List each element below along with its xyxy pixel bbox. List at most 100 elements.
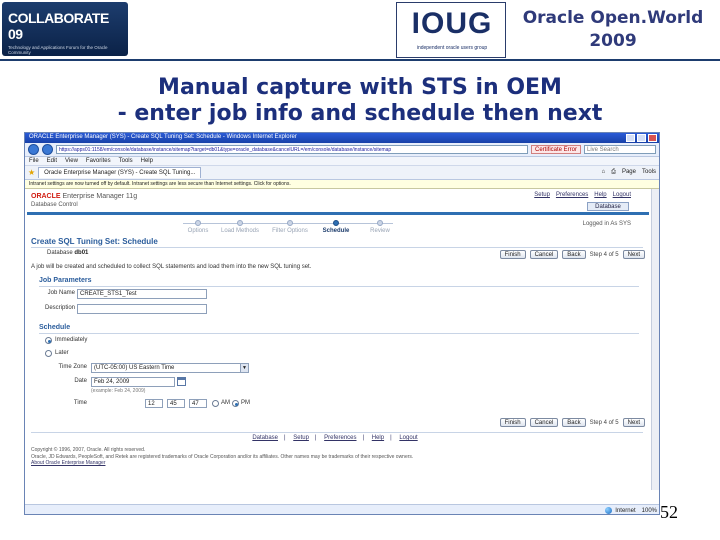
back-button[interactable]: Back	[562, 250, 586, 259]
step-label: Review	[370, 228, 390, 234]
tab-oem[interactable]: Oracle Enterprise Manager (SYS) - Create…	[38, 167, 202, 178]
description-field[interactable]	[77, 304, 207, 314]
job-name-label: Job Name	[47, 290, 75, 296]
back-arrow-icon[interactable]	[28, 144, 39, 155]
link-help[interactable]: Help	[594, 192, 606, 198]
page-number: 52	[660, 502, 678, 522]
radio-pm[interactable]	[232, 400, 239, 407]
hour-select[interactable]: 12	[145, 399, 163, 408]
tab-bar: ★ Oracle Enterprise Manager (SYS) - Crea…	[25, 166, 659, 180]
train-step-load-methods: Load Methods	[217, 220, 263, 234]
maximize-icon[interactable]	[637, 134, 646, 142]
header-divider	[31, 247, 643, 248]
menu-view[interactable]: View	[65, 158, 78, 164]
step-label: Schedule	[322, 228, 350, 234]
event-label: Oracle Open.World 2009	[506, 0, 720, 60]
step-dot	[237, 220, 243, 226]
footer-link-setup[interactable]: Setup	[293, 435, 309, 441]
database-info: Database db01	[47, 250, 88, 256]
step-dot	[377, 220, 383, 226]
cancel-button[interactable]: Cancel	[529, 250, 559, 259]
product-subtitle: Database Control	[31, 202, 78, 208]
menu-favorites[interactable]: Favorites	[86, 158, 111, 164]
menu-tools[interactable]: Tools	[119, 158, 133, 164]
global-links: Setup Preferences Help Logout	[534, 192, 631, 198]
radio-am[interactable]	[212, 400, 219, 407]
radio-immediately[interactable]	[45, 337, 52, 344]
browser-window: ORACLE Enterprise Manager (SYS) - Create…	[24, 132, 660, 515]
window-title: ORACLE Enterprise Manager (SYS) - Create…	[29, 134, 297, 140]
copyright-block: Copyright © 1996, 2007, Oracle. All righ…	[31, 447, 591, 467]
event-year: 2009	[589, 31, 637, 51]
radio-immediately-label: Immediately	[55, 337, 88, 343]
train-step-schedule: Schedule	[313, 220, 359, 234]
job-name-field[interactable]: CREATE_STS1_Test	[77, 289, 207, 299]
search-input[interactable]: Live Search	[584, 145, 656, 154]
date-label: Date	[74, 378, 87, 384]
train-step-review: Review	[357, 220, 403, 234]
home-icon[interactable]: ⌂	[602, 169, 606, 176]
information-bar[interactable]: Intranet settings are now turned off by …	[25, 180, 659, 189]
menu-help[interactable]: Help	[141, 158, 153, 164]
job-parameters-heading: Job Parameters	[39, 277, 92, 284]
link-setup[interactable]: Setup	[534, 192, 550, 198]
header-banner: COLLABORATE 09 Technology and Applicatio…	[0, 0, 720, 61]
menu-edit[interactable]: Edit	[47, 158, 57, 164]
calendar-icon[interactable]	[177, 377, 186, 386]
second-select[interactable]: 47	[189, 399, 207, 408]
about-oem-link[interactable]: About Oracle Enterprise Manager	[31, 460, 591, 467]
zone-label: Internet	[615, 507, 636, 514]
link-preferences[interactable]: Preferences	[556, 192, 588, 198]
back-button[interactable]: Back	[562, 418, 586, 427]
database-label: Database	[47, 250, 73, 256]
collaborate-logo-text: COLLABORATE 09	[8, 10, 109, 42]
wizard-train: Options Load Methods Filter Options Sche…	[175, 220, 405, 240]
cancel-button[interactable]: Cancel	[529, 418, 559, 427]
footer-link-preferences[interactable]: Preferences	[324, 435, 356, 441]
close-icon[interactable]	[648, 134, 657, 142]
finish-button[interactable]: Finish	[499, 418, 526, 427]
minimize-icon[interactable]	[626, 134, 635, 142]
radio-later-label: Later	[55, 350, 69, 356]
next-button[interactable]: Next	[622, 250, 645, 259]
next-button[interactable]: Next	[622, 418, 645, 427]
event-name: Oracle Open.World	[522, 8, 704, 28]
footer-links: Database | Setup | Preferences | Help | Logo…	[252, 435, 418, 441]
date-field[interactable]: Feb 24, 2009	[91, 377, 175, 387]
footer-link-help[interactable]: Help	[372, 435, 384, 441]
page-content: ORACLE Enterprise Manager 11g Database C…	[25, 189, 659, 490]
url-field[interactable]: https://apps01:1158/em/console/database/…	[56, 145, 528, 154]
collaborate-tagline: Technology and Applications Forum for th…	[8, 45, 108, 56]
footer-link-database[interactable]: Database	[252, 435, 278, 441]
timezone-select[interactable]: (UTC-05:00) US Eastern Time ▼	[91, 363, 249, 373]
print-icon[interactable]: ⎙	[611, 169, 616, 176]
slide-title-line2: - enter job info and schedule then next	[117, 101, 603, 126]
window-controls	[626, 134, 657, 142]
time-label: Time	[73, 400, 87, 406]
tools-menu[interactable]: Tools	[642, 169, 656, 176]
timezone-value: (UTC-05:00) US Eastern Time	[94, 365, 175, 371]
tab-database[interactable]: Database	[587, 202, 629, 211]
globe-icon	[605, 507, 613, 514]
wizard-buttons-bottom: Finish Cancel Back Step 4 of 5 Next	[499, 418, 645, 427]
link-logout[interactable]: Logout	[613, 192, 631, 198]
oracle-logo: ORACLE	[31, 193, 61, 200]
minute-select[interactable]: 45	[167, 399, 185, 408]
address-bar: https://apps01:1158/em/console/database/…	[25, 143, 659, 157]
finish-button[interactable]: Finish	[499, 250, 526, 259]
step-dot	[287, 220, 293, 226]
zoom-level[interactable]: 100%	[642, 508, 657, 514]
browser-title-bar: ORACLE Enterprise Manager (SYS) - Create…	[25, 133, 659, 143]
page-menu[interactable]: Page	[622, 169, 636, 176]
favorites-star-icon[interactable]: ★	[28, 168, 35, 177]
vertical-scrollbar[interactable]	[651, 189, 659, 490]
step-label: Load Methods	[220, 228, 260, 234]
menu-file[interactable]: File	[29, 158, 39, 164]
timezone-label: Time Zone	[58, 364, 87, 370]
train-step-options: Options	[175, 220, 221, 234]
radio-later[interactable]	[45, 350, 52, 357]
oem-header-bar	[27, 212, 649, 215]
certificate-error-button[interactable]: Certificate Error	[530, 145, 581, 154]
forward-arrow-icon[interactable]	[42, 144, 53, 155]
footer-link-logout[interactable]: Logout	[399, 435, 417, 441]
